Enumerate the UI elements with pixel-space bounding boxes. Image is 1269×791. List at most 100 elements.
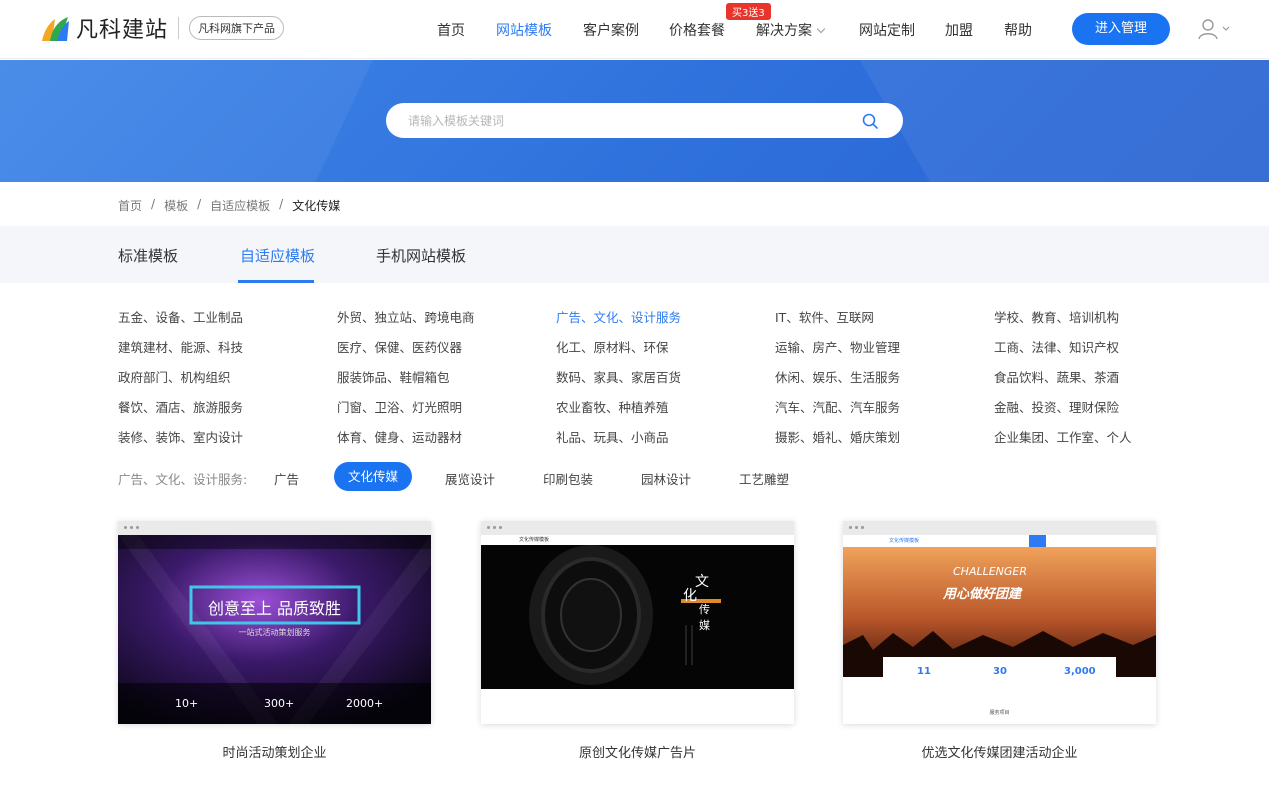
category-link[interactable]: 农业畜牧、种植养殖: [556, 397, 669, 416]
thumbnail-stat: 2000+: [346, 697, 384, 710]
breadcrumb-separator: /: [197, 197, 202, 211]
subcategory-chip-active[interactable]: 文化传媒: [334, 462, 413, 491]
nav-item-home[interactable]: 首页: [437, 20, 465, 40]
window-dot: [130, 526, 133, 529]
category-link[interactable]: 门窗、卫浴、灯光照明: [337, 397, 462, 416]
category-link[interactable]: 五金、设备、工业制品: [118, 307, 243, 326]
browser-frame-bar: [118, 521, 431, 535]
brand-tag: 凡科网旗下产品: [189, 16, 285, 40]
window-dot: [849, 526, 852, 529]
nav-item-pricing[interactable]: 价格套餐: [669, 20, 725, 40]
user-menu[interactable]: [1198, 18, 1232, 40]
window-dot: [493, 526, 496, 529]
browser-frame-bar: [843, 521, 1156, 535]
thumbnail-vertical-text: 传: [699, 603, 710, 616]
top-header: 凡科建站 凡科网旗下产品 首页 网站模板 客户案例 价格套餐 解决方案 网站定制…: [0, 0, 1269, 59]
nav-item-franchise[interactable]: 加盟: [945, 20, 973, 40]
category-link[interactable]: 餐饮、酒店、旅游服务: [118, 397, 243, 416]
tab-standard-templates[interactable]: 标准模板: [118, 245, 178, 266]
template-card[interactable]: 文化传媒模板 CHALLENGER 用心做好团建 11 30 3,000 服务项…: [843, 521, 1156, 724]
window-dot: [136, 526, 139, 529]
template-thumbnail: [481, 535, 794, 724]
category-link[interactable]: 学校、教育、培训机构: [994, 307, 1119, 326]
search-banner: [0, 60, 1269, 182]
nav-item-help[interactable]: 帮助: [1004, 20, 1032, 40]
thumbnail-stat: 10+: [175, 697, 199, 710]
thumbnail-banner-en: CHALLENGER: [953, 565, 1028, 578]
thumbnail-stat: 30: [993, 666, 1007, 677]
subcategory-chip[interactable]: 印刷包装: [543, 469, 593, 488]
category-link[interactable]: 工商、法律、知识产权: [994, 337, 1119, 356]
category-link[interactable]: 装修、装饰、室内设计: [118, 427, 243, 446]
window-dot: [861, 526, 864, 529]
subcategory-chip[interactable]: 广告: [274, 469, 299, 488]
window-dot: [124, 526, 127, 529]
template-thumbnail: [843, 535, 1156, 724]
category-link[interactable]: 企业集团、工作室、个人: [994, 427, 1132, 446]
thumbnail-stat: 11: [917, 666, 931, 677]
nav-item-solutions-label: 解决方案: [756, 23, 812, 39]
tab-responsive-templates[interactable]: 自适应模板: [240, 245, 315, 266]
template-type-tabs: 标准模板 自适应模板 手机网站模板: [0, 226, 1269, 283]
subcategory-chip[interactable]: 展览设计: [445, 469, 495, 488]
breadcrumb-link[interactable]: 模板: [164, 197, 188, 214]
thumbnail-footer: 服务项目: [989, 710, 1010, 716]
fanke-logo-icon: [40, 13, 70, 43]
category-link[interactable]: 摄影、婚礼、婚庆策划: [775, 427, 900, 446]
breadcrumb: 首页 / 模板 / 自适应模板 / 文化传媒: [118, 197, 340, 214]
enter-management-button[interactable]: 进入管理: [1072, 13, 1170, 45]
nav-item-custom[interactable]: 网站定制: [859, 20, 915, 40]
search-input[interactable]: [408, 103, 838, 138]
brand-divider: [178, 17, 180, 39]
banner-decoration: [0, 60, 392, 182]
search-box: [386, 103, 903, 138]
category-link[interactable]: 服装饰品、鞋帽箱包: [337, 367, 450, 386]
thumbnail-stat: 300+: [264, 697, 295, 710]
tab-mobile-templates[interactable]: 手机网站模板: [376, 245, 466, 266]
thumbnail-site-name: 文化传媒模板: [889, 538, 920, 544]
category-link[interactable]: 政府部门、机构组织: [118, 367, 231, 386]
thumbnail-vertical-text: 文: [695, 574, 709, 590]
search-icon[interactable]: [862, 113, 878, 129]
breadcrumb-link[interactable]: 自适应模板: [210, 197, 270, 214]
template-card[interactable]: 文化传媒模板 文 化 传 媒: [481, 521, 794, 724]
template-card[interactable]: 创意至上 品质致胜 一站式活动策划服务 10+ 300+ 2000+: [118, 521, 431, 724]
category-link[interactable]: IT、软件、互联网: [775, 307, 874, 326]
category-link[interactable]: 化工、原材料、环保: [556, 337, 669, 356]
category-link-active[interactable]: 广告、文化、设计服务: [556, 307, 681, 326]
template-title[interactable]: 原创文化传媒广告片: [481, 742, 794, 761]
nav-item-cases[interactable]: 客户案例: [583, 20, 639, 40]
category-link[interactable]: 汽车、汽配、汽车服务: [775, 397, 900, 416]
category-link[interactable]: 医疗、保健、医药仪器: [337, 337, 462, 356]
category-link[interactable]: 外贸、独立站、跨境电商: [337, 307, 475, 326]
brand-name: 凡科建站: [76, 18, 169, 43]
subcategory-chip[interactable]: 工艺雕塑: [739, 469, 789, 488]
thumbnail-vertical-text: 化: [683, 588, 697, 604]
thumbnail-site-name: 文化传媒模板: [519, 537, 550, 543]
category-link[interactable]: 休闲、娱乐、生活服务: [775, 367, 900, 386]
category-link[interactable]: 礼品、玩具、小商品: [556, 427, 669, 446]
category-link[interactable]: 建筑建材、能源、科技: [118, 337, 243, 356]
thumbnail-vertical-text: 媒: [699, 619, 710, 632]
category-link[interactable]: 运输、房产、物业管理: [775, 337, 900, 356]
breadcrumb-separator: /: [279, 197, 284, 211]
subcategory-label: 广告、文化、设计服务:: [118, 472, 248, 487]
category-link[interactable]: 食品饮料、蔬果、茶酒: [994, 367, 1119, 386]
subcategory-chip[interactable]: 园林设计: [641, 469, 691, 488]
promo-badge: 买3送3: [726, 3, 771, 20]
breadcrumb-link[interactable]: 首页: [118, 197, 142, 214]
category-link[interactable]: 金融、投资、理财保险: [994, 397, 1119, 416]
template-title[interactable]: 优选文化传媒团建活动企业: [843, 742, 1156, 761]
user-icon: [1198, 19, 1230, 40]
category-link[interactable]: 数码、家具、家居百货: [556, 367, 681, 386]
thumbnail-headline: 创意至上 品质致胜: [207, 599, 342, 618]
chevron-down-icon: [816, 24, 826, 34]
nav-item-templates[interactable]: 网站模板: [496, 20, 552, 40]
category-link[interactable]: 体育、健身、运动器材: [337, 427, 462, 446]
breadcrumb-separator: /: [151, 197, 156, 211]
nav-item-solutions[interactable]: 解决方案: [756, 20, 826, 40]
brand-logo[interactable]: 凡科建站 凡科网旗下产品: [40, 12, 285, 44]
thumbnail-banner-cn: 用心做好团建: [943, 587, 1022, 602]
template-title[interactable]: 时尚活动策划企业: [118, 742, 431, 761]
active-tab-indicator: [238, 280, 314, 283]
